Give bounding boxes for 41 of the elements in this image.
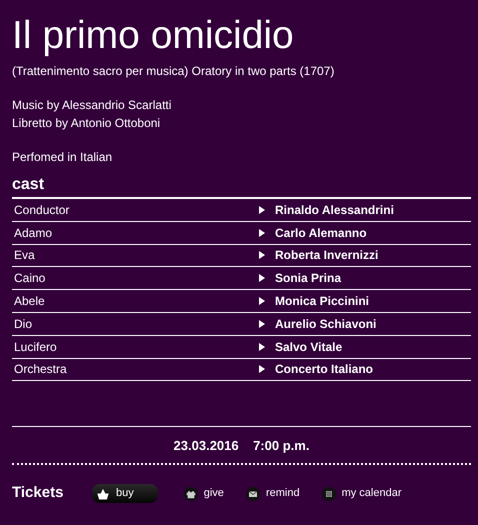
tickets-label: Tickets <box>12 483 64 504</box>
role-name: Eva <box>14 247 36 264</box>
action-link[interactable]: give <box>184 485 224 502</box>
buy-button[interactable]: buy <box>92 484 158 503</box>
performer-link[interactable]: Salvo Vitale <box>275 338 342 356</box>
triangle-icon <box>259 365 265 374</box>
gift-icon <box>184 486 198 501</box>
triangle-icon <box>259 206 265 214</box>
role-name: Conductor <box>14 202 70 219</box>
role-name: Adamo <box>14 224 54 242</box>
page-title: Il primo omicidio <box>12 14 295 58</box>
section-heading: cast <box>12 176 471 199</box>
triangle-icon <box>259 228 265 237</box>
credit-line: Libretto by Antonio Ottoboni <box>12 115 162 132</box>
role-name: Abele <box>14 293 46 310</box>
envelope-icon <box>246 486 260 501</box>
role-name: Lucifero <box>14 338 58 356</box>
triangle-icon <box>259 274 265 282</box>
performer-link[interactable]: Rinaldo Alessandrini <box>275 200 394 219</box>
triangle-icon <box>259 297 265 306</box>
performer-link[interactable]: Sonia Prina <box>275 269 342 288</box>
performer-link[interactable]: Roberta Invernizzi <box>275 246 378 264</box>
performer-link[interactable]: Monica Piccinini <box>275 292 370 310</box>
performer-link[interactable]: Aurelio Schiavoni <box>275 314 376 333</box>
calendar-icon <box>322 486 336 501</box>
subtitle: (Trattenimento sacro per musica) Oratory in two parts (1707) <box>12 64 336 78</box>
credit-line: Music by Alessandrio Scarlatti <box>12 97 172 114</box>
triangle-icon <box>259 251 265 260</box>
role-name: Dio <box>14 316 34 333</box>
language-note: Perfomed in Italian <box>12 150 114 164</box>
triangle-icon <box>259 342 265 351</box>
role-name: Caino <box>14 270 46 288</box>
time: 7:00 p.m. <box>253 438 310 454</box>
basket-icon <box>96 486 110 501</box>
performer-link[interactable]: Carlo Alemanno <box>275 224 367 242</box>
performer-link[interactable]: Concerto Italiano <box>275 360 374 378</box>
action-link[interactable]: my calendar <box>322 485 402 502</box>
action-link[interactable]: remind <box>246 485 300 502</box>
date: 23.03.2016 <box>174 438 239 454</box>
role-name: Orchestra <box>14 361 68 378</box>
triangle-icon <box>259 320 265 328</box>
